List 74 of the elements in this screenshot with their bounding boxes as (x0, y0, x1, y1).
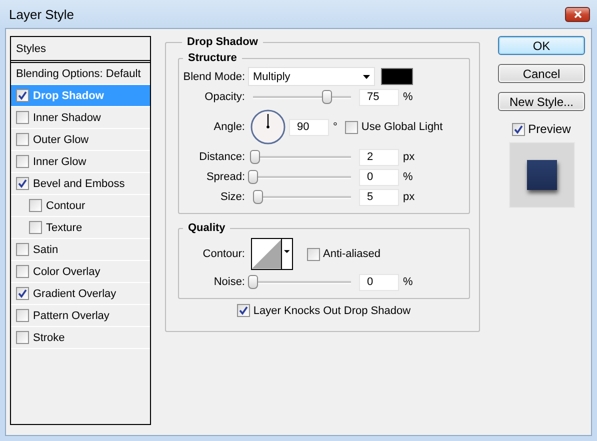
field-label: Opacity: (204, 91, 246, 103)
slider-thumb[interactable] (322, 90, 332, 104)
checkbox[interactable] (29, 221, 42, 234)
checkbox[interactable] (345, 120, 358, 134)
field-label: Spread: (205, 171, 246, 183)
dialog-button[interactable]: Cancel (498, 64, 585, 83)
unit-label: px (403, 191, 415, 203)
style-list-item[interactable]: Color Overlay (11, 261, 150, 283)
unit-label: % (403, 171, 413, 183)
group-title: Drop Shadow (186, 36, 259, 48)
field-label: Size: (220, 191, 246, 203)
color-swatch[interactable] (381, 68, 413, 85)
slider-thumb[interactable] (250, 150, 260, 164)
field-label: Distance: (198, 151, 246, 163)
angle-dial[interactable] (250, 109, 286, 145)
field-label: Angle: (212, 121, 246, 133)
contour-curve-icon (252, 239, 282, 269)
checkbox[interactable] (237, 304, 250, 317)
checkbox[interactable] (16, 287, 29, 300)
style-list-item[interactable]: Pattern Overlay (11, 305, 150, 327)
dialog-button[interactable]: OK (498, 36, 585, 55)
checkbox-label: Use Global Light (361, 121, 443, 133)
style-list-item[interactable]: Bevel and Emboss (11, 173, 150, 195)
style-list-item[interactable]: Inner Shadow (11, 107, 150, 129)
blend-mode-dropdown[interactable]: Multiply (248, 67, 375, 86)
checkbox[interactable] (16, 331, 29, 344)
field-label: Contour: (202, 248, 246, 260)
value-field[interactable]: 90 (289, 118, 329, 136)
style-list-item[interactable]: Texture (11, 217, 150, 239)
caret-icon (281, 239, 292, 269)
value-field[interactable]: 2 (359, 148, 399, 166)
checkbox[interactable] (29, 199, 42, 212)
preview-drawing (508, 142, 574, 208)
style-list-item[interactable]: Satin (11, 239, 150, 261)
checkbox[interactable] (16, 177, 29, 190)
checkbox-label: Layer Knocks Out Drop Shadow (253, 304, 411, 316)
unit-label: % (403, 91, 413, 103)
field-label: Noise: (212, 276, 246, 288)
dialog-button[interactable]: New Style... (498, 92, 585, 111)
checkbox[interactable] (16, 243, 29, 256)
value-field[interactable]: 0 (359, 274, 399, 290)
checkbox[interactable] (16, 89, 29, 102)
field-label: Blend Mode: (182, 70, 246, 82)
style-list-item[interactable]: Gradient Overlay (11, 283, 150, 305)
checkbox[interactable] (16, 133, 29, 146)
close-button[interactable] (565, 6, 590, 22)
slider-thumb[interactable] (252, 190, 263, 204)
window-title: Layer Style (9, 6, 74, 22)
checkbox[interactable] (307, 248, 320, 260)
checkbox[interactable] (512, 122, 526, 136)
checkbox-label: Preview (528, 122, 571, 136)
style-list-item[interactable]: Outer Glow (11, 129, 150, 151)
slider-thumb[interactable] (248, 170, 258, 184)
style-list-item[interactable]: Stroke (11, 327, 150, 349)
checkbox-label: Anti-aliased (323, 248, 380, 260)
styles-header: Styles (11, 37, 150, 63)
slider-thumb[interactable] (248, 275, 258, 289)
group-title: Structure (187, 52, 238, 64)
unit-label: ° (333, 121, 338, 133)
style-list-item[interactable]: Inner Glow (11, 151, 150, 173)
checkbox[interactable] (16, 111, 29, 124)
unit-label: % (403, 276, 413, 288)
contour-picker[interactable] (251, 238, 293, 270)
caret-icon (363, 74, 370, 78)
unit-label: px (403, 151, 415, 163)
value-field[interactable]: 75 (359, 88, 399, 106)
group-title: Quality (187, 222, 226, 234)
checkbox[interactable] (16, 265, 29, 278)
close-icon (574, 10, 582, 18)
checkbox[interactable] (16, 155, 29, 168)
value-field[interactable]: 0 (359, 168, 399, 186)
checkbox[interactable] (16, 309, 29, 322)
style-list-item[interactable]: Contour (11, 195, 150, 217)
value-field[interactable]: 5 (359, 188, 399, 206)
